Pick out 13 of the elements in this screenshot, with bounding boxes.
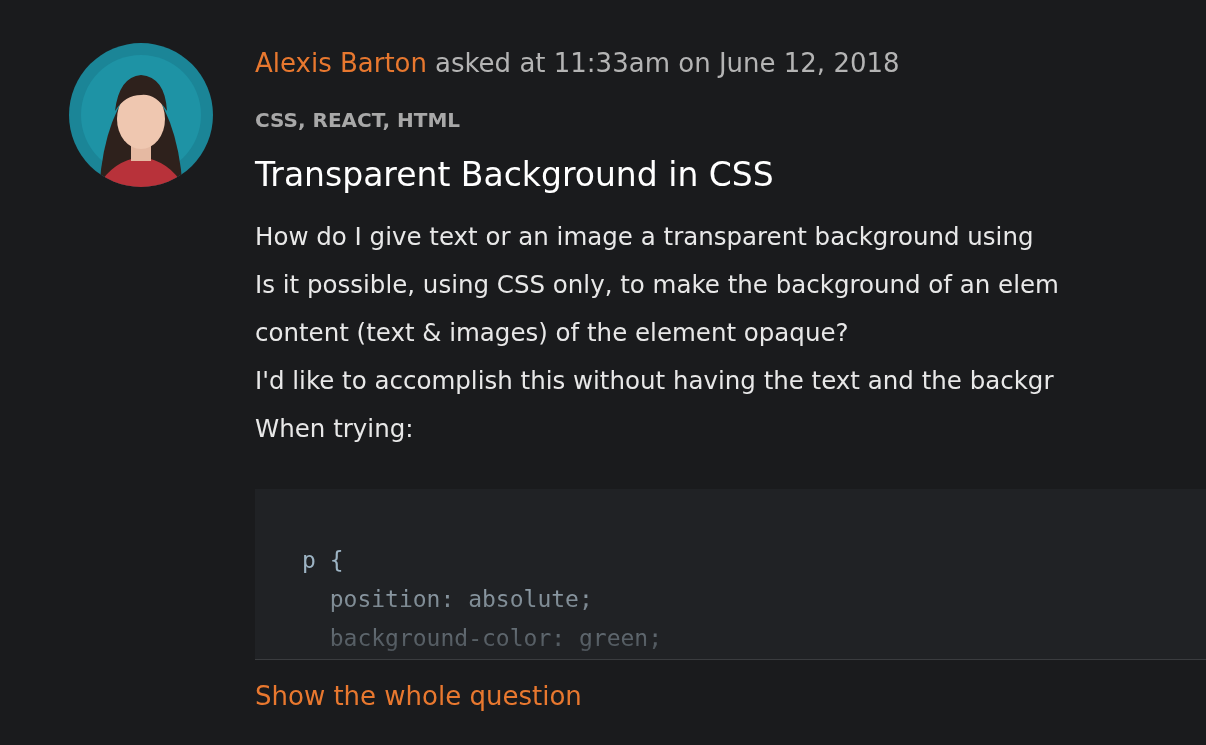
asked-time: asked at 11:33am on June 12, 2018 (435, 48, 900, 78)
question-title: Transparent Background in CSS (255, 154, 775, 196)
body-text: How do I give text or an image a transparent background using (255, 221, 1035, 253)
author-link[interactable]: Alexis Barton (255, 48, 427, 78)
show-question-link[interactable]: Show the whole question (255, 676, 582, 716)
code-line: background-color: green; (328, 624, 664, 653)
code-line: position: absolute; (328, 585, 594, 614)
tag-list: CSS, REACT, HTML (255, 106, 1206, 134)
body-text: I'd like to accomplish this without having the text and the backgr (255, 365, 1055, 397)
body-text: content (text & images) of the element opaque? (255, 317, 850, 349)
body-text: When trying: (255, 413, 415, 445)
body-text: Is it possible, using CSS only, to make the background of an elem (255, 269, 1060, 301)
code-line: p { (302, 546, 345, 575)
